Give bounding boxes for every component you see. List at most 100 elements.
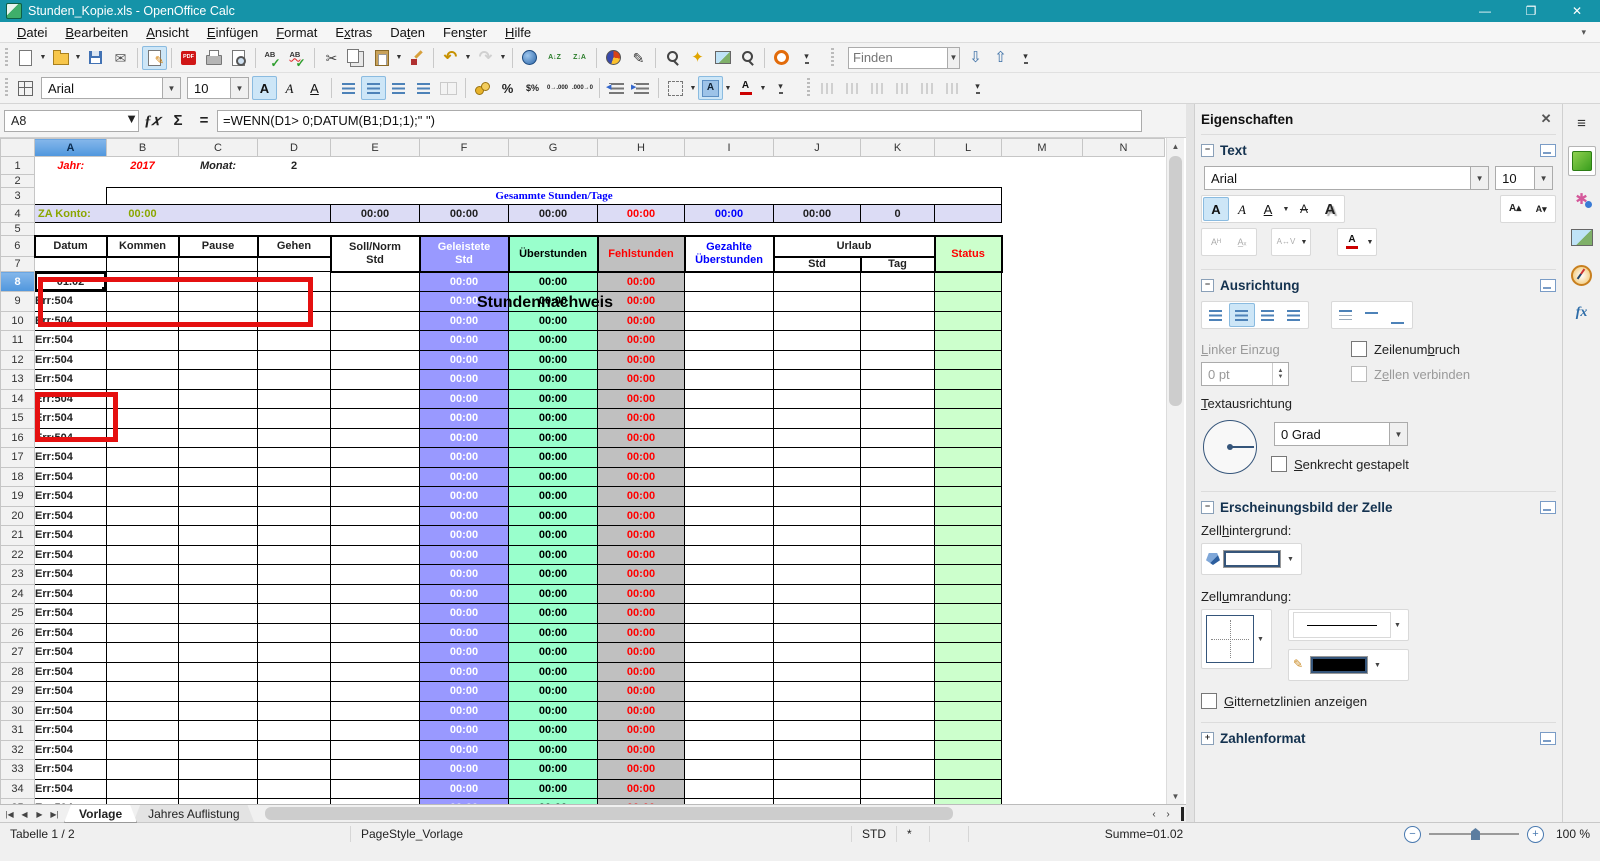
cell-geleistete[interactable]: 00:00 [419,388,509,409]
cell[interactable] [684,778,774,799]
cell[interactable] [106,642,179,663]
cell[interactable] [106,603,179,624]
column-header-d[interactable]: D [257,138,331,157]
cell[interactable] [773,583,861,604]
cell[interactable] [330,603,420,624]
cell[interactable] [773,564,861,585]
cell-datum-error[interactable]: Err:504 [34,486,107,507]
cell[interactable] [178,505,258,526]
cell[interactable] [257,622,331,643]
cell-h4[interactable]: 00:00 [597,204,685,223]
cell-geleistete[interactable]: 00:00 [419,525,509,546]
sidebar-font-name-dropdown-icon[interactable]: ▼ [1470,167,1489,189]
align-object-right-icon[interactable] [865,76,890,100]
sidebar-splitter[interactable] [1186,104,1195,822]
cell-fehlstunden[interactable]: 00:00 [597,720,685,741]
cell[interactable] [684,681,774,702]
cell-ueberstunden[interactable]: 00:00 [508,349,598,370]
cell[interactable] [1002,682,1083,702]
cell-fehlstunden[interactable]: 00:00 [597,505,685,526]
underline-icon[interactable] [302,76,327,100]
align-object-left-icon[interactable] [815,76,840,100]
cell[interactable] [1083,370,1165,390]
find-toolbar-grip[interactable] [829,47,836,68]
cell-geleistete[interactable]: 00:00 [419,271,509,292]
cell-fehlstunden[interactable]: 00:00 [597,486,685,507]
row-header[interactable]: 15 [0,408,35,429]
cell-datum-error[interactable]: Err:504 [34,330,107,351]
cell-ueberstunden[interactable]: 00:00 [508,330,598,351]
cell[interactable] [773,330,861,351]
cell[interactable] [178,661,258,682]
cell[interactable] [330,739,420,760]
column-header-a[interactable]: A [34,138,107,157]
expand-number-format-section-icon[interactable]: + [1200,731,1214,745]
sidebar-bold-icon[interactable] [1202,197,1229,221]
cell-geleistete[interactable]: 00:00 [419,427,509,448]
gallery-icon[interactable] [710,46,735,70]
cell-geleistete[interactable]: 00:00 [419,759,509,780]
cell-geleistete[interactable]: 00:00 [419,544,509,565]
font-size-dropdown-icon[interactable]: ▼ [230,78,248,98]
column-header-h[interactable]: H [597,138,685,157]
collapse-text-section-icon[interactable]: − [1200,143,1214,157]
cell[interactable] [1083,565,1165,585]
header-urlaub-std[interactable]: Std [772,255,862,273]
align-object-top-icon[interactable] [890,76,915,100]
cell[interactable] [330,622,420,643]
cell-geleistete[interactable]: 00:00 [419,681,509,702]
cell-geleistete[interactable]: 00:00 [419,778,509,799]
cell-datum-error[interactable]: Err:504 [34,700,107,721]
cell-geleistete[interactable]: 00:00 [419,505,509,526]
show-draw-functions-icon[interactable] [626,46,651,70]
cell[interactable] [330,544,420,565]
appearance-dialog-launcher-icon[interactable] [1540,500,1557,514]
cell-datum-error[interactable]: Err:504 [34,759,107,780]
edit-file-icon[interactable] [142,45,167,70]
cell[interactable] [1083,389,1165,409]
cell[interactable] [178,330,258,351]
header-gehen[interactable]: Gehen [256,234,332,258]
redo-dropdown-icon[interactable]: ▼ [498,46,508,70]
styles-deck-icon[interactable]: ✱ [1568,184,1596,214]
cell[interactable] [1083,779,1165,799]
cell[interactable] [1083,350,1165,370]
window-split-handle[interactable] [1181,807,1184,821]
cell[interactable] [106,622,179,643]
row-header[interactable]: 7 [0,256,35,272]
cell[interactable] [860,603,935,624]
cell[interactable] [178,447,258,468]
cell-fehlstunden[interactable]: 00:00 [597,330,685,351]
cell-geleistete[interactable]: 00:00 [419,583,509,604]
column-header-l[interactable]: L [934,138,1002,157]
cell-status[interactable] [934,349,1002,370]
function-wizard-icon[interactable]: ƒ𝑥 [139,109,165,133]
borders-dropdown-icon[interactable]: ▼ [688,76,698,100]
cell[interactable] [1002,331,1083,351]
cell[interactable] [684,739,774,760]
properties-deck-icon[interactable] [1567,146,1596,176]
name-box-dropdown-icon[interactable]: ▼ [125,111,138,131]
cell[interactable] [860,486,935,507]
sidebar-font-name-combobox[interactable]: Arial ▼ [1203,166,1490,190]
cell-geleistete[interactable]: 00:00 [419,739,509,760]
email-icon[interactable] [108,46,133,70]
borders-icon[interactable] [663,76,688,100]
cell-datum-error[interactable]: Err:504 [34,739,107,760]
cell[interactable] [773,642,861,663]
cell[interactable] [684,603,774,624]
open-dropdown-icon[interactable]: ▼ [73,46,83,70]
cell[interactable] [1083,331,1165,351]
cell[interactable] [178,564,258,585]
cell[interactable] [257,564,331,585]
cell[interactable] [1002,740,1083,760]
cell-fehlstunden[interactable]: 00:00 [597,310,685,331]
header-pause[interactable]: Pause [177,234,259,258]
cell-a1[interactable]: Jahr: [35,157,107,175]
row-header[interactable]: 21 [0,525,35,546]
cell[interactable] [1002,701,1083,721]
cell[interactable] [684,525,774,546]
collapse-appearance-section-icon[interactable]: − [1200,500,1214,514]
find-next-icon[interactable] [963,46,988,70]
cell-geleistete[interactable]: 00:00 [419,408,509,429]
